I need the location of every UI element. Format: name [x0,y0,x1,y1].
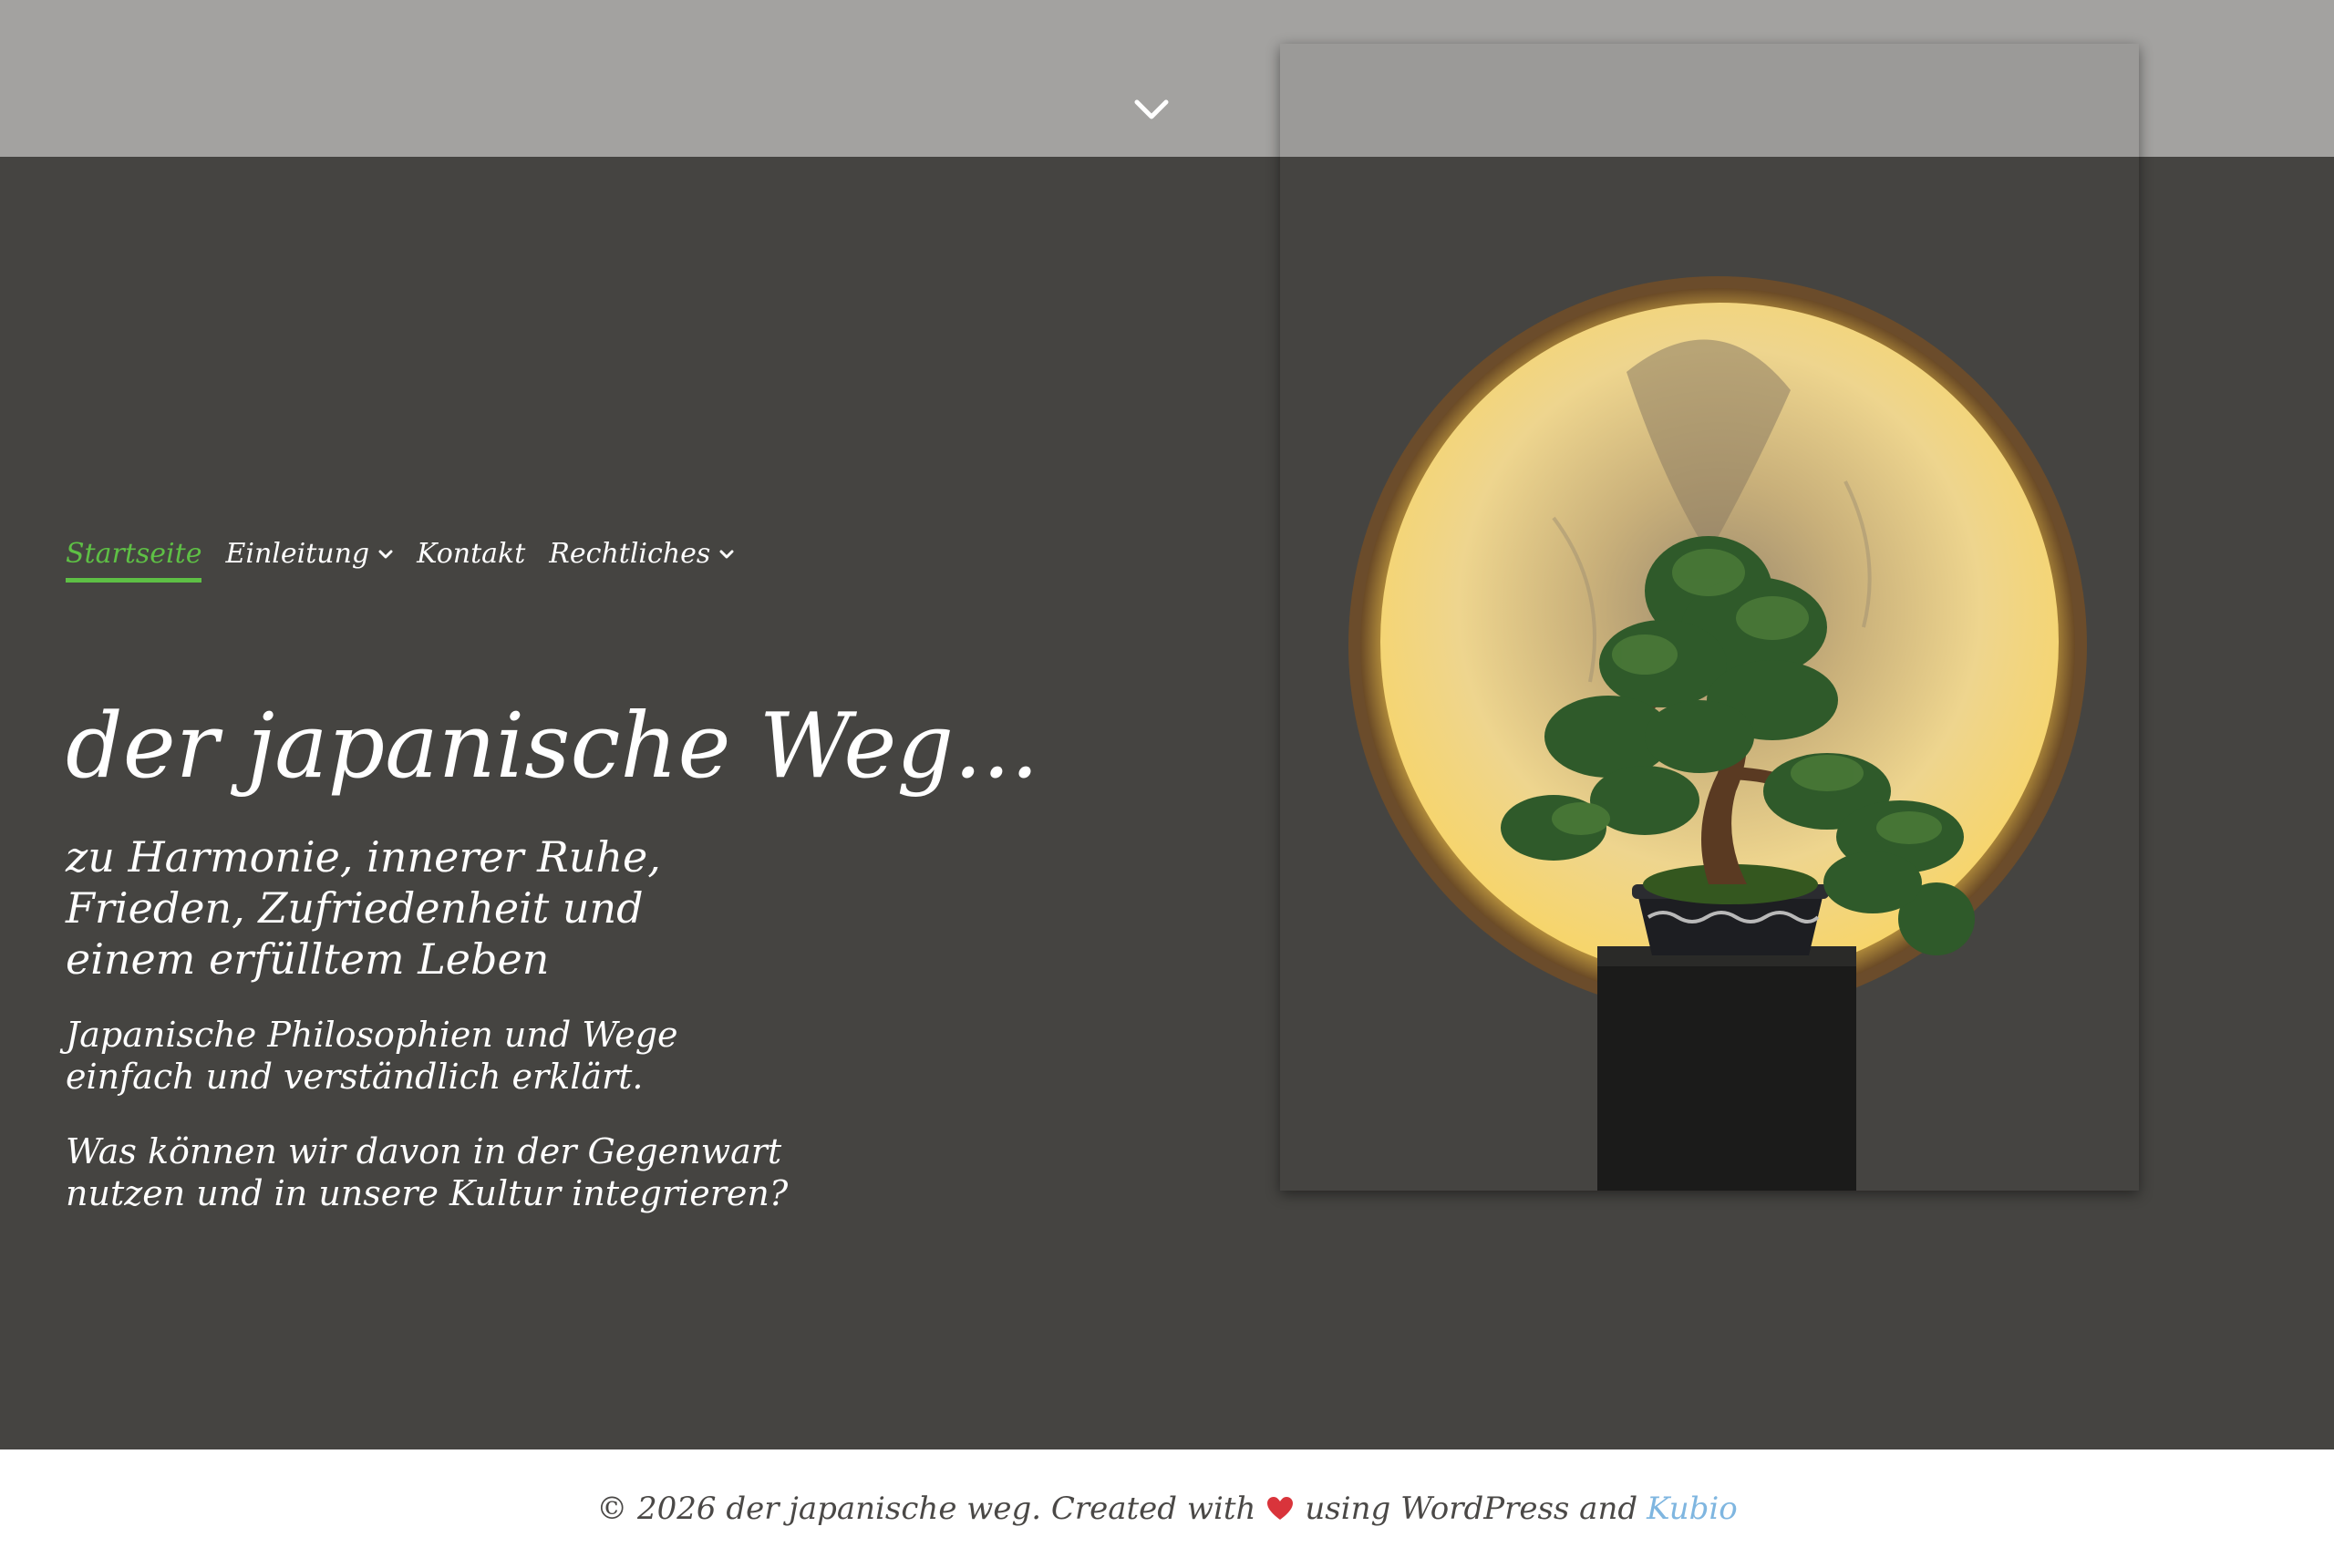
nav-item-label: Startseite [66,538,202,570]
paragraph-line: nutzen und in unsere Kultur integrieren? [66,1173,789,1213]
chevron-down-icon [719,549,734,560]
nav-item-startseite[interactable]: Startseite [66,538,202,583]
nav-item-label: Rechtliches [549,538,711,570]
paragraph-line: Was können wir davon in der Gegenwart [66,1131,782,1171]
nav-item-rechtliches[interactable]: Rechtliches [549,538,734,583]
paragraph-line: einfach und verständlich erklärt. [66,1057,644,1097]
nav-item-einleitung[interactable]: Einleitung [225,538,393,583]
paragraph-line: Japanische Philosophien und Wege [66,1015,678,1055]
heart-icon [1266,1496,1294,1522]
page: Startseite Einleitung Kontakt Rechtliche… [0,0,2334,1568]
chevron-down-icon [378,549,393,560]
subtitle-line: einem erfülltem Leben [66,934,550,984]
bonsai-image [1348,276,2087,1191]
main-navigation: Startseite Einleitung Kontakt Rechtliche… [66,538,758,583]
nav-item-kontakt[interactable]: Kontakt [417,538,525,583]
footer-copyright: © 2026 der japanische weg. Created with [596,1491,1256,1527]
footer-text: using WordPress and [1305,1491,1638,1527]
question-paragraph: Was können wir davon in der Gegenwart nu… [66,1130,788,1214]
subtitle-line: Frieden, Zufriedenheit und [66,883,644,933]
nav-item-label: Kontakt [417,538,526,570]
page-title: der japanische Weg... [66,695,1039,799]
intro-paragraph: Japanische Philosophien und Wege einfach… [66,1014,678,1098]
kubio-link[interactable]: Kubio [1647,1491,1738,1527]
hero-subtitle: zu Harmonie, innerer Ruhe, Frieden, Zufr… [66,831,661,985]
footer: © 2026 der japanische weg. Created with … [0,1449,2334,1568]
hero-image-card [1280,44,2139,1191]
card-top-overlay [1280,44,2139,157]
nav-item-label: Einleitung [225,538,370,570]
subtitle-line: zu Harmonie, innerer Ruhe, [66,832,661,882]
chevron-down-icon[interactable] [1133,97,1170,122]
